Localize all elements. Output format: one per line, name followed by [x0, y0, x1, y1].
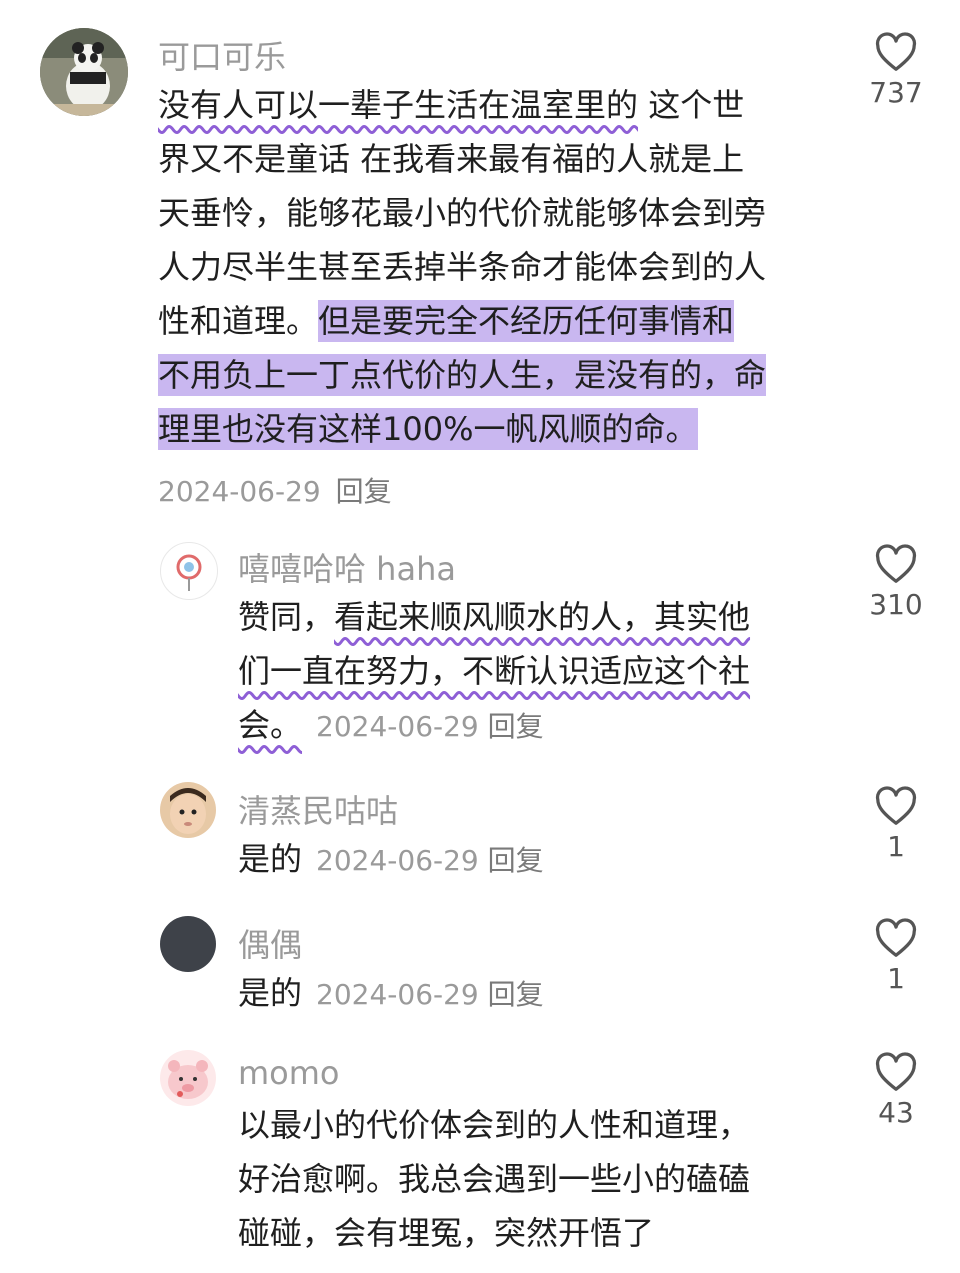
comment-author[interactable]: momo	[238, 1054, 340, 1092]
like-count: 1	[887, 830, 905, 863]
like-count: 1	[887, 962, 905, 995]
wavy-underlined-text: 们一直在努力，不断认识适应这个社	[238, 652, 751, 690]
comment-author[interactable]: 嘻嘻哈哈 haha	[238, 544, 456, 590]
comment-date: 2024-06-29	[316, 978, 479, 1011]
wavy-underlined-text: 看起来顺风顺水的人，其实他	[334, 598, 751, 636]
lollipop-avatar[interactable]	[160, 542, 218, 600]
heart-outline-icon	[875, 32, 917, 71]
heart-outline-icon	[875, 544, 917, 583]
child-avatar[interactable]	[160, 782, 216, 838]
text-line: 们一直在努力，不断认识适应这个社	[238, 644, 750, 698]
heart-outline-icon	[875, 918, 917, 957]
text-line: 以最小的代价体会到的人性和道理，	[238, 1106, 751, 1144]
comment-meta: 2024-06-29 回复	[158, 470, 392, 510]
highlighted-text: 理里也没有这样100%一帆风顺的命。	[158, 408, 698, 450]
text-line: 是的 2024-06-29 回复	[238, 840, 544, 878]
like-button[interactable]: 1	[866, 918, 926, 995]
comment-text: 赞同，看起来顺风顺水的人，其实他 们一直在努力，不断认识适应这个社 会。 2024…	[238, 590, 750, 752]
like-button[interactable]: 310	[866, 544, 926, 621]
text-line: 会。 2024-06-29 回复	[238, 698, 750, 752]
text-line: 不用负上一丁点代价的人生，是没有的，命	[158, 348, 767, 402]
reply-button[interactable]: 回复	[336, 475, 392, 508]
text-line: 性和道理。但是要完全不经历任何事情和	[158, 300, 735, 342]
like-count: 310	[869, 588, 923, 621]
comment-author[interactable]: 清蒸民咕咕	[238, 786, 398, 832]
reply-button[interactable]: 回复	[488, 978, 544, 1011]
text-line: 好治愈啊。我总会遇到一些小的磕磕	[238, 1160, 751, 1198]
like-button[interactable]: 737	[866, 32, 926, 109]
comment-date: 2024-06-29	[316, 844, 479, 877]
reply-button[interactable]: 回复	[488, 844, 544, 877]
highlighted-text: 但是要完全不经历任何事情和	[318, 300, 735, 342]
like-count: 43	[878, 1096, 914, 1129]
comment-text: 是的 2024-06-29 回复	[238, 832, 544, 886]
wavy-underlined-text: 没有人可以一辈子生活在温室里的	[158, 86, 639, 124]
text-line: 界又不是童话 在我看来最有福的人就是上	[158, 140, 745, 178]
reply-button[interactable]: 回复	[488, 710, 544, 743]
text-line: 是的 2024-06-29 回复	[238, 974, 544, 1012]
text-line: 赞同，看起来顺风顺水的人，其实他	[238, 598, 751, 636]
like-count: 737	[869, 76, 923, 109]
text-line: 人力尽半生甚至丢掉半条命才能体会到的人	[158, 248, 767, 286]
text-line: 天垂怜，能够花最小的代价就能够体会到旁	[158, 194, 767, 232]
heart-outline-icon	[875, 1052, 917, 1091]
like-button[interactable]: 43	[866, 1052, 926, 1129]
comment-date: 2024-06-29	[158, 475, 321, 508]
comment-text: 是的 2024-06-29 回复	[238, 966, 544, 1020]
comment-text: 没有人可以一辈子生活在温室里的 这个世 界又不是童话 在我看来最有福的人就是上 …	[158, 78, 767, 456]
comment-text: 以最小的代价体会到的人性和道理， 好治愈啊。我总会遇到一些小的磕磕 碰碰，会有埋…	[238, 1098, 750, 1260]
heart-outline-icon	[875, 786, 917, 825]
wavy-underlined-text: 会。	[238, 706, 303, 744]
panda-avatar[interactable]	[40, 28, 128, 116]
text-line: 碰碰，会有埋冤，突然开悟了	[238, 1214, 655, 1252]
text-line: 理里也没有这样100%一帆风顺的命。	[158, 402, 766, 456]
comment-author[interactable]: 可口可乐	[158, 32, 286, 78]
comment-date: 2024-06-29	[316, 710, 479, 743]
text-line: 没有人可以一辈子生活在温室里的 这个世	[158, 86, 745, 124]
highlighted-text: 不用负上一丁点代价的人生，是没有的，命	[158, 354, 767, 396]
dark-avatar[interactable]	[160, 916, 216, 972]
cartoon-pig-avatar[interactable]	[160, 1050, 216, 1106]
like-button[interactable]: 1	[866, 786, 926, 863]
comment-author[interactable]: 偶偶	[238, 920, 302, 966]
